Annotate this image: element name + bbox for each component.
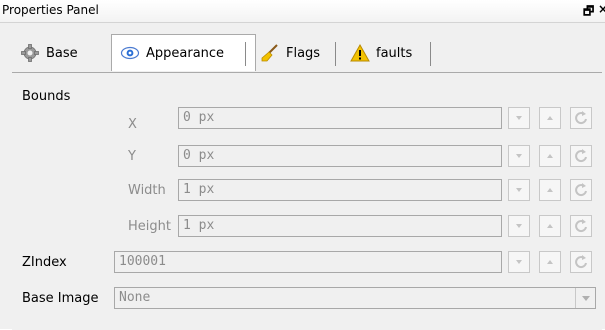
base-image-label: Base Image: [22, 291, 99, 306]
x-increment-button[interactable]: [539, 107, 561, 129]
tab-base[interactable]: Base: [12, 36, 114, 70]
zindex-increment-button[interactable]: [539, 251, 561, 273]
tab-flags[interactable]: Flags: [252, 36, 348, 70]
width-reset-button[interactable]: [570, 179, 592, 201]
bounds-label: Bounds: [22, 89, 71, 104]
gear-icon: [20, 43, 40, 63]
width-decrement-button[interactable]: [508, 179, 530, 201]
y-reset-button[interactable]: [570, 145, 592, 167]
tab-separator: [335, 42, 336, 66]
warning-icon: [350, 43, 370, 63]
width-label: Width: [128, 183, 166, 198]
tab-faults-label: faults: [376, 45, 413, 61]
panel-titlebar: Properties Panel 🗗 ×: [0, 0, 605, 23]
tab-separator: [245, 42, 246, 66]
x-decrement-button[interactable]: [508, 107, 530, 129]
height-reset-button[interactable]: [570, 215, 592, 237]
y-field[interactable]: 0 px: [178, 145, 502, 167]
width-field[interactable]: 1 px: [178, 179, 502, 201]
tab-separator: [430, 42, 431, 66]
float-panel-icon[interactable]: 🗗: [583, 2, 594, 23]
x-label: X: [128, 117, 137, 132]
tab-bar: Base Appearance Flags faults: [12, 34, 602, 72]
zindex-label: ZIndex: [22, 255, 67, 270]
height-increment-button[interactable]: [539, 215, 561, 237]
chevron-down-icon[interactable]: [575, 288, 595, 308]
tab-base-label: Base: [46, 45, 78, 61]
zindex-reset-button[interactable]: [570, 251, 592, 273]
y-decrement-button[interactable]: [508, 145, 530, 167]
broom-icon: [260, 43, 280, 63]
width-increment-button[interactable]: [539, 179, 561, 201]
base-image-value: None: [119, 290, 151, 305]
tab-flags-label: Flags: [286, 45, 321, 61]
panel-title: Properties Panel: [2, 3, 99, 17]
appearance-content: Bounds X 0 px Y 0 px Width 1 px Height 1…: [12, 72, 602, 330]
tab-appearance[interactable]: Appearance: [111, 34, 256, 71]
close-panel-icon[interactable]: ×: [598, 2, 605, 16]
height-decrement-button[interactable]: [508, 215, 530, 237]
zindex-field[interactable]: 100001: [114, 251, 502, 273]
properties-panel: Properties Panel 🗗 × Base Appearance Fla…: [0, 0, 605, 330]
eye-icon: [120, 43, 140, 63]
tab-faults[interactable]: faults: [342, 36, 442, 70]
y-label: Y: [128, 149, 136, 164]
y-increment-button[interactable]: [539, 145, 561, 167]
tab-appearance-label: Appearance: [146, 45, 225, 61]
base-image-select[interactable]: None: [114, 287, 596, 309]
height-label: Height: [128, 219, 171, 234]
height-field[interactable]: 1 px: [178, 215, 502, 237]
zindex-decrement-button[interactable]: [508, 251, 530, 273]
x-reset-button[interactable]: [570, 107, 592, 129]
x-field[interactable]: 0 px: [178, 107, 502, 129]
